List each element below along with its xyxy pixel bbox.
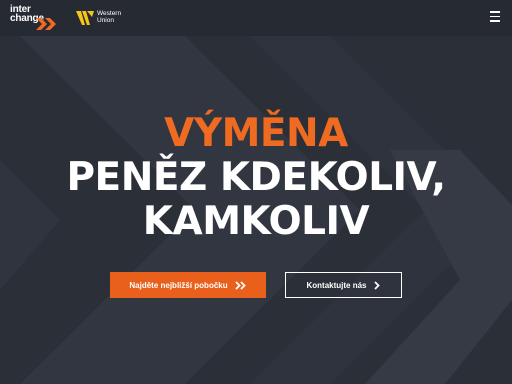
chevron-right-icon (373, 280, 381, 290)
western-union-icon (76, 11, 94, 25)
western-union-line1: Western (97, 10, 122, 17)
find-branch-button-label: Najděte nejbližší pobočku (129, 280, 228, 290)
contact-us-button[interactable]: Kontaktujte nás (285, 272, 402, 298)
interchange-logo[interactable]: inter change (10, 5, 62, 31)
hamburger-menu-icon[interactable] (490, 11, 502, 23)
find-branch-button[interactable]: Najděte nejbližší pobočku (110, 272, 266, 298)
hero-title-line2: PENĚZ KDEKOLIV, (66, 155, 446, 200)
hero-title-line3: KAMKOLIV (142, 199, 370, 244)
hero-title-accent: VÝMĚNA (164, 111, 348, 156)
contact-us-button-label: Kontaktujte nás (306, 280, 367, 290)
western-union-line2: Union (97, 17, 114, 24)
interchange-chevrons-icon (36, 18, 56, 30)
western-union-logo[interactable]: Western Union (76, 10, 136, 26)
hero-heading: VÝMĚNA PENĚZ KDEKOLIV, KAMKOLIV (0, 112, 512, 244)
double-chevron-right-icon (234, 280, 247, 290)
top-navigation-bar: inter change Western Union (0, 0, 512, 36)
